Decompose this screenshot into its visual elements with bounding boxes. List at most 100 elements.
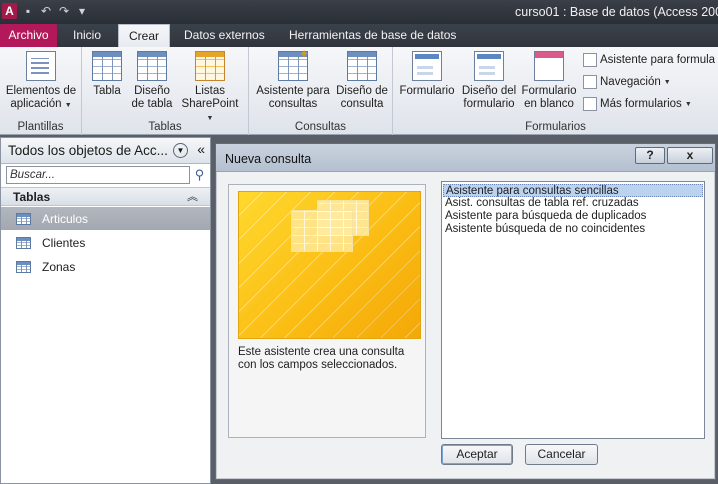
tab-archivo[interactable]: Archivo — [0, 24, 57, 47]
aceptar-button[interactable]: Aceptar — [441, 444, 513, 465]
table-icon — [16, 236, 31, 249]
diseno-formulario-label-1: Diseño del — [461, 85, 517, 97]
chevron-up-icon[interactable]: ︽ — [187, 188, 198, 206]
tabla-button[interactable]: Tabla — [88, 51, 126, 98]
group-consultas: Asistente para consultas Diseño de consu… — [249, 47, 393, 135]
help-button[interactable]: ? — [635, 147, 665, 164]
asistente-consultas-button[interactable]: Asistente para consultas — [253, 48, 333, 111]
table-icon — [16, 212, 31, 225]
save-icon[interactable]: ▪ — [21, 4, 35, 18]
nav-item-label: Articulos — [42, 211, 89, 226]
sharepoint-list-icon — [195, 51, 225, 81]
cancelar-button[interactable]: Cancelar — [525, 444, 598, 465]
form-icon — [412, 51, 442, 81]
navigation-icon — [583, 75, 597, 89]
undo-icon[interactable]: ↶ — [39, 4, 53, 18]
group-formularios: Formulario Diseño del formulario Formula… — [393, 47, 718, 135]
tab-datos-externos[interactable]: Datos externos — [174, 24, 275, 47]
form-design-icon — [474, 51, 504, 81]
group-label-tablas: Tablas — [148, 121, 182, 133]
nav-item-label: Clientes — [42, 235, 86, 250]
nav-item-label: Zonas — [42, 259, 76, 274]
nav-item-zonas[interactable]: Zonas — [1, 255, 210, 278]
chevron-down-icon[interactable]: ▼ — [173, 143, 188, 158]
wizard-illustration — [238, 191, 421, 339]
diseno-formulario-button[interactable]: Diseño del formulario — [459, 51, 519, 111]
tab-herramientas[interactable]: Herramientas de base de datos — [279, 24, 466, 47]
diseno-consulta-button[interactable]: Diseño de consulta — [333, 51, 391, 111]
nav-item-articulos[interactable]: Articulos — [1, 207, 210, 230]
tab-crear[interactable]: Crear — [118, 24, 171, 47]
quick-access-toolbar: A ▪ ↶ ↷ ▾ — [2, 3, 89, 19]
customize-qat-icon[interactable]: ▾ — [75, 4, 89, 18]
ribbon-crear: Elementos de aplicación ▼ Plantillas Tab… — [0, 47, 718, 135]
blank-form-icon — [534, 51, 564, 81]
elementos-label-2: aplicación ▼ — [10, 98, 72, 110]
list-item[interactable]: Asist. consultas de tabla ref. cruzadas — [443, 197, 703, 210]
nav-section-label: Tablas — [13, 190, 51, 204]
wizard-description: Este asistente crea una consulta con los… — [238, 346, 405, 371]
listas-sharepoint-button[interactable]: Listas SharePoint ▼ — [177, 51, 243, 125]
asistente-consultas-label-2: consultas — [268, 98, 318, 110]
asistente-formularios-label: Asistente para formula — [600, 54, 716, 66]
list-item[interactable]: Asistente para búsqueda de duplicados — [443, 210, 703, 223]
group-tablas: Tabla Diseño de tabla Listas SharePoint … — [82, 47, 249, 135]
elementos-aplicacion-button[interactable]: Elementos de aplicación ▼ — [2, 51, 80, 112]
diseno-tabla-label-2: de tabla — [131, 98, 173, 110]
more-forms-icon — [583, 97, 597, 111]
elementos-label-1: Elementos de — [5, 85, 77, 97]
tabla-label: Tabla — [93, 85, 121, 97]
diseno-tabla-label-1: Diseño — [134, 85, 170, 97]
group-label-plantillas: Plantillas — [17, 121, 64, 133]
nav-pane-title: Todos los objetos de Acc... — [8, 143, 168, 158]
group-label-consultas: Consultas — [294, 121, 347, 133]
formulario-blanco-label-1: Formulario — [521, 85, 577, 97]
mas-formularios-label: Más formularios — [600, 98, 682, 110]
table-icon — [16, 260, 31, 273]
formulario-blanco-label-2: en blanco — [524, 98, 574, 110]
access-app-icon[interactable]: A — [2, 3, 17, 19]
chevron-down-icon: ▼ — [663, 78, 671, 86]
chevron-down-icon: ▼ — [684, 100, 692, 108]
application-parts-icon — [26, 51, 56, 81]
list-item[interactable]: Asistente para consultas sencillas — [443, 184, 703, 197]
navegacion-label: Navegación — [600, 76, 661, 88]
formulario-button[interactable]: Formulario — [398, 51, 456, 98]
nav-search-input[interactable]: Buscar... — [6, 166, 190, 184]
close-button[interactable]: x — [667, 147, 713, 164]
asistente-formularios-button[interactable]: Asistente para formula — [583, 53, 715, 67]
table-design-icon — [137, 51, 167, 81]
dialog-title-bar[interactable]: Nueva consulta ? x — [216, 144, 715, 172]
diseno-consulta-label-1: Diseño de — [336, 85, 388, 97]
wizard-list[interactable]: Asistente para consultas sencillas Asist… — [441, 181, 705, 439]
nav-pane-header[interactable]: Todos los objetos de Acc... ▼ « — [1, 138, 210, 164]
tab-inicio[interactable]: Inicio — [63, 24, 111, 47]
listas-label-1: Listas — [194, 85, 226, 97]
nav-item-clientes[interactable]: Clientes — [1, 231, 210, 254]
nueva-consulta-dialog: Nueva consulta ? x Este asistente crea u… — [215, 143, 716, 480]
group-plantillas: Elementos de aplicación ▼ Plantillas — [0, 47, 82, 135]
query-wizard-icon — [278, 48, 309, 81]
form-wizard-icon — [583, 53, 597, 67]
query-design-icon — [347, 51, 377, 81]
formulario-blanco-button[interactable]: Formulario en blanco — [520, 51, 578, 111]
ribbon-tabs: Archivo Inicio Crear Datos externos Herr… — [0, 24, 718, 47]
diseno-formulario-label-2: formulario — [463, 98, 515, 110]
nav-section-tablas[interactable]: Tablas ︽ — [1, 187, 210, 206]
mas-formularios-button[interactable]: Más formularios ▼ — [583, 97, 692, 111]
search-icon[interactable]: ⚲ — [191, 166, 208, 184]
list-item[interactable]: Asistente búsqueda de no coincidentes — [443, 223, 703, 236]
diseno-consulta-label-2: consulta — [340, 98, 384, 110]
window-title: curso01 : Base de datos (Access 2007 - — [515, 5, 718, 19]
navigation-pane: Todos los objetos de Acc... ▼ « Buscar..… — [0, 137, 211, 484]
formulario-label: Formulario — [399, 85, 455, 97]
title-bar: A ▪ ↶ ↷ ▾ curso01 : Base de datos (Acces… — [0, 0, 718, 24]
redo-icon[interactable]: ↷ — [57, 4, 71, 18]
asistente-consultas-label-1: Asistente para — [256, 85, 330, 97]
dialog-title: Nueva consulta — [225, 152, 312, 166]
navegacion-button[interactable]: Navegación ▼ — [583, 75, 671, 89]
collapse-pane-icon[interactable]: « — [197, 141, 205, 157]
group-label-formularios: Formularios — [525, 121, 586, 133]
table-icon — [92, 51, 122, 81]
diseno-tabla-button[interactable]: Diseño de tabla — [128, 51, 176, 111]
